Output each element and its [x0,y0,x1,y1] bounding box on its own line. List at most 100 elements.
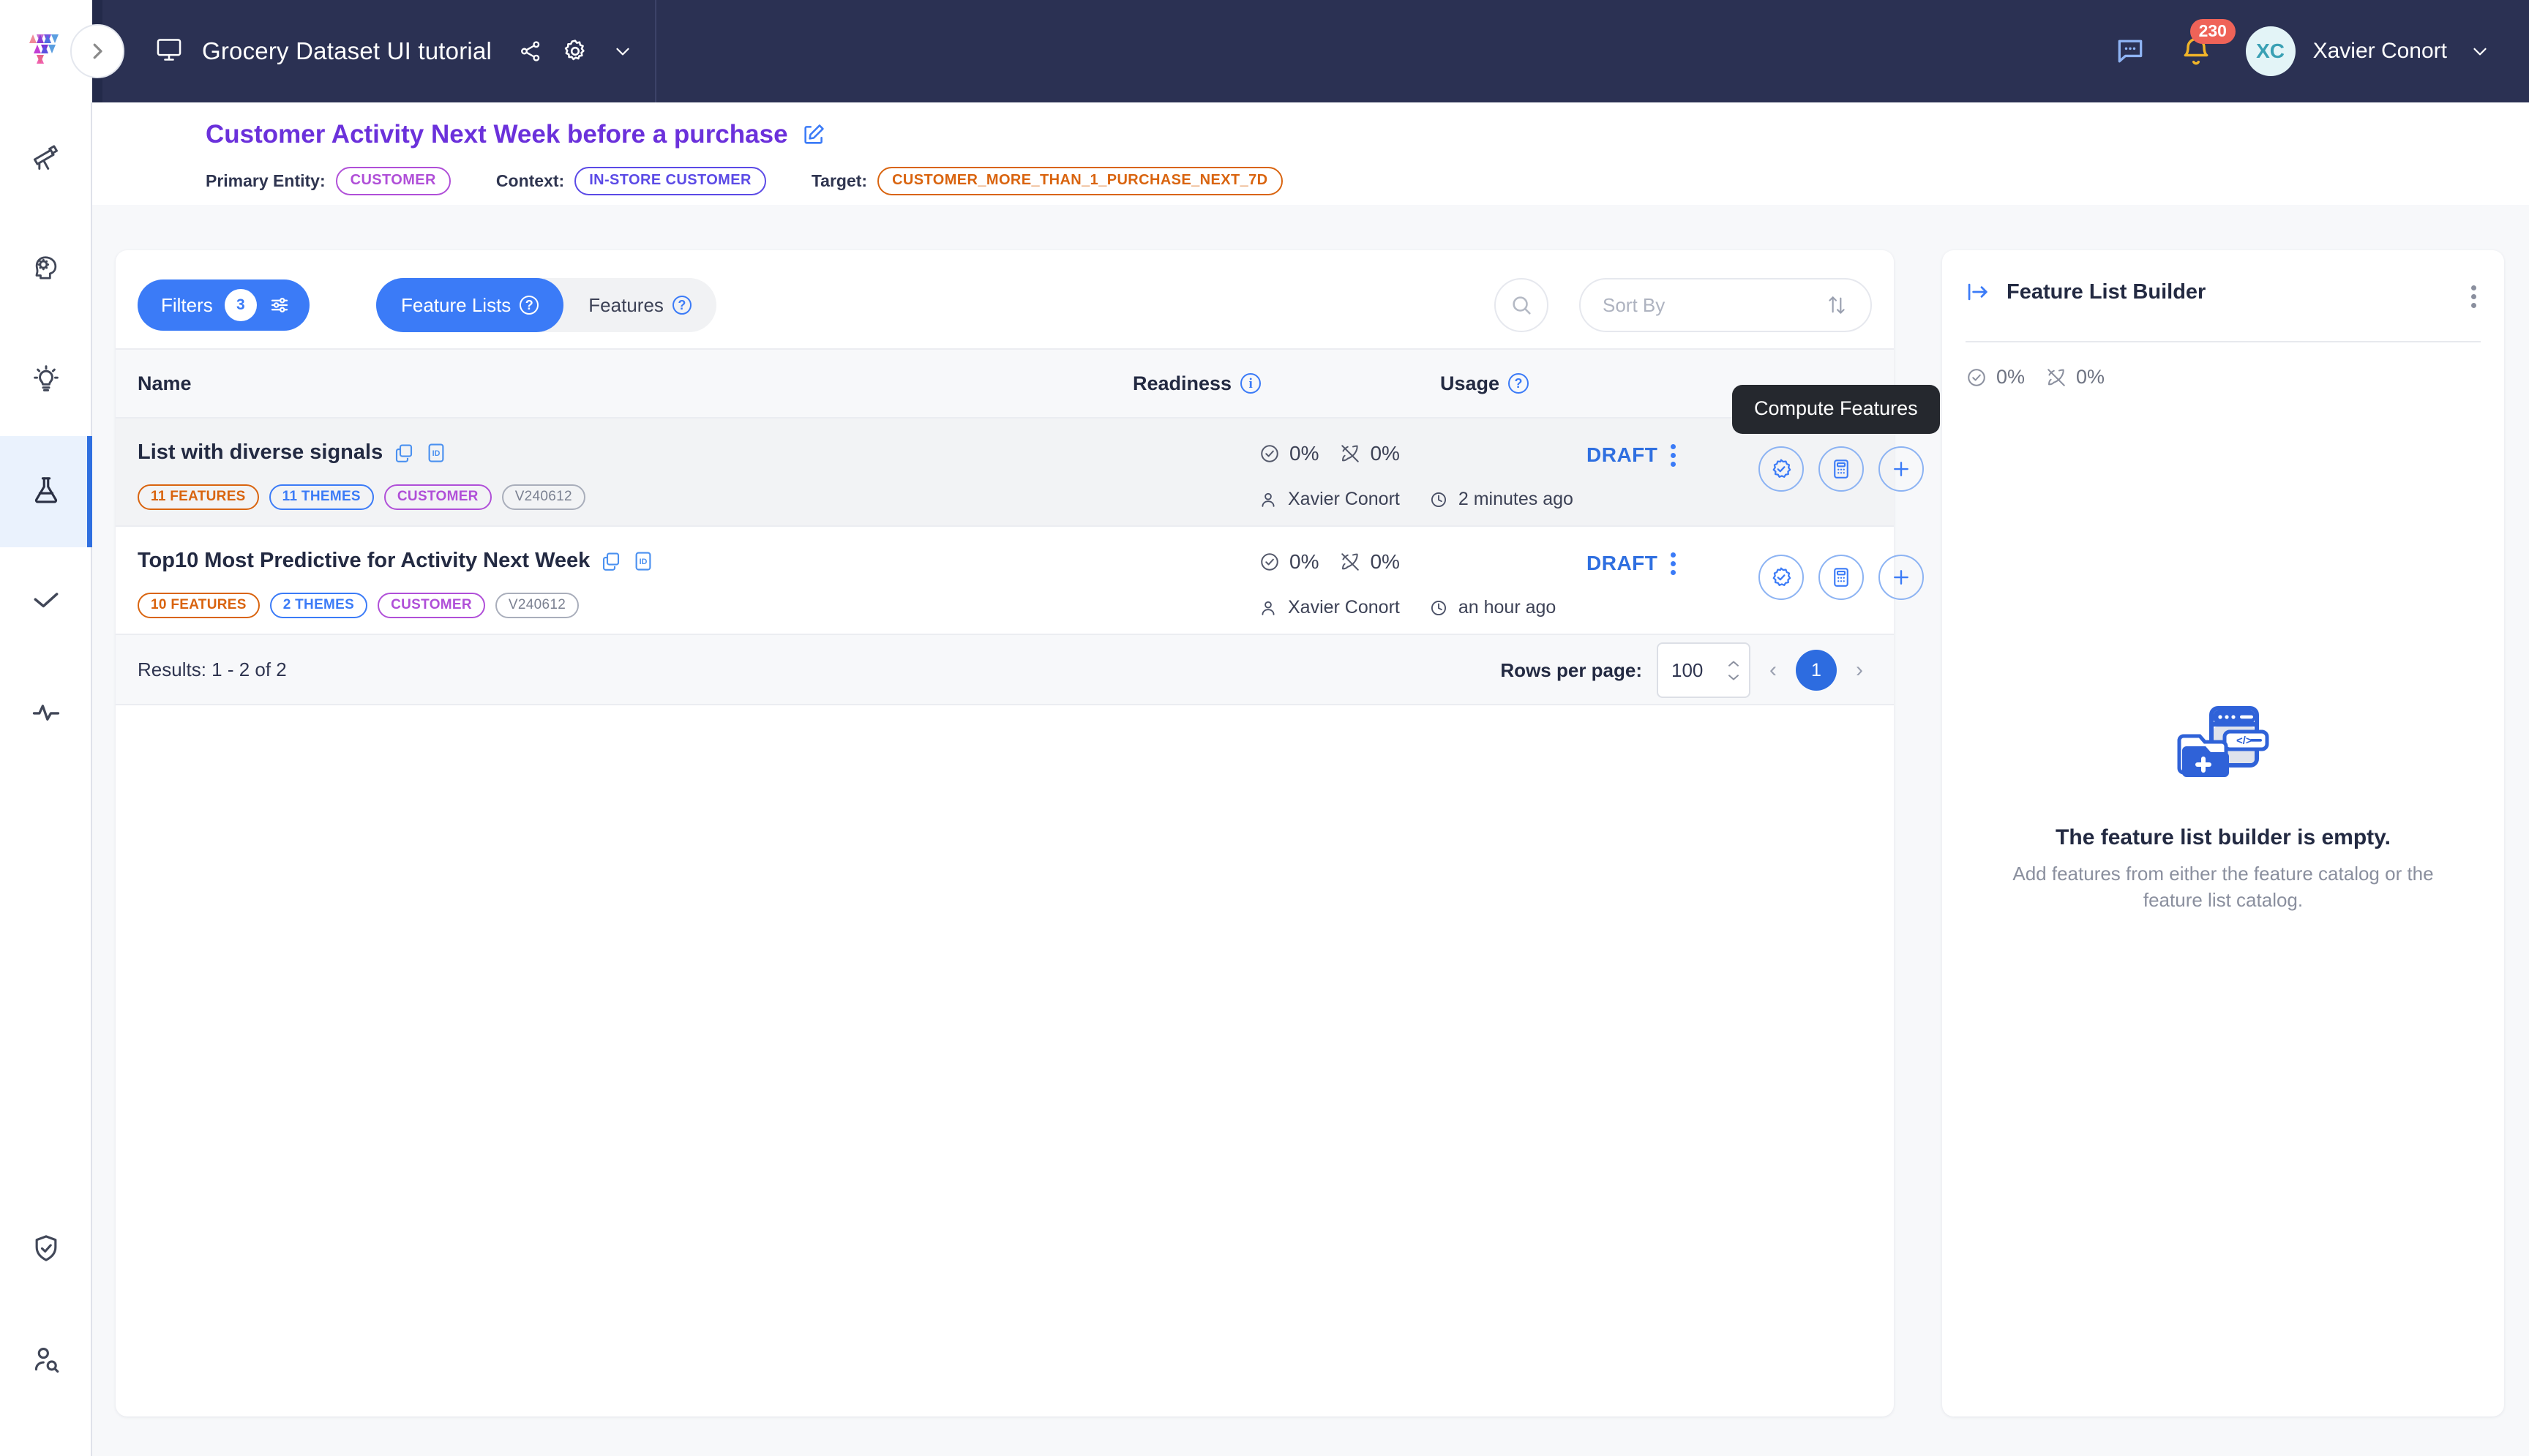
page-number-1[interactable]: 1 [1796,650,1837,691]
chat-bubble-icon[interactable] [2114,35,2146,67]
status-badge: DRAFT [1586,552,1658,574]
primary-entity-label: Primary Entity: [206,171,326,190]
sort-arrows-icon [1825,293,1848,317]
notifications-bell-button[interactable]: 230 [2180,19,2236,67]
tab-feature-lists[interactable]: Feature Lists ? [376,278,564,332]
copy-icon[interactable] [600,550,622,572]
top-navigation-bar: Grocery Dataset UI tutorial 230 XC Xavie… [0,0,2529,102]
share-icon[interactable] [518,39,543,64]
gear-icon[interactable] [562,38,588,64]
verified-badge-icon [1769,566,1793,589]
sidebar-item-user-search[interactable] [0,1305,92,1416]
tab-feature-lists-label: Feature Lists [401,293,512,316]
panel-collapse-icon[interactable] [1966,279,1990,304]
tab-features-label: Features [588,293,664,316]
row-more-options-icon[interactable] [1671,443,1676,467]
builder-empty-state: </> The feature list builder is empty. A… [1942,704,2504,914]
chevron-right-icon[interactable]: › [1851,658,1867,683]
rocket-off-icon [1339,443,1361,465]
builder-usage-value: 0% [2076,366,2105,388]
filters-button[interactable]: Filters 3 [138,279,310,331]
flask-icon [30,474,62,510]
table-row[interactable]: List with diverse signals ID 11 FEATURES… [116,385,1940,527]
validate-features-button[interactable] [1758,446,1804,492]
person-icon [1259,490,1278,509]
id-badge-icon[interactable]: ID [632,550,654,572]
sidebar-item-governance[interactable] [0,1194,92,1305]
validate-features-button[interactable] [1758,555,1804,600]
builder-usage-metric: 0% [2045,366,2105,389]
builder-readiness-metric: 0% [1966,366,2025,389]
question-circle-icon[interactable]: ? [520,296,539,315]
builder-divider [1966,341,2481,342]
readiness-value: 0% [1289,442,1319,465]
row-action-buttons [1758,555,1924,600]
sidebar-item-monitoring[interactable] [0,658,92,770]
sidebar-expand-button[interactable] [70,24,124,78]
left-navigation-rail [0,102,92,1456]
feature-lists-panel: Filters 3 Feature Lists ? Features ? Sor… [116,250,1940,1416]
chevron-left-icon[interactable]: ‹ [1765,658,1781,683]
rocket-off-icon [1339,551,1361,573]
feature-list-name[interactable]: Top10 Most Predictive for Activity Next … [138,549,590,573]
compute-features-button[interactable] [1818,446,1864,492]
context-pill[interactable]: IN-STORE CUSTOMER [574,167,766,195]
row-tags: 10 FEATURES 2 THEMES CUSTOMER V240612 [138,593,580,618]
sidebar-item-discover[interactable] [0,102,92,214]
sidebar-item-insights[interactable] [0,325,92,436]
check-circle-icon [1259,551,1281,573]
row-tags: 11 FEATURES 11 THEMES CUSTOMER V240612 [138,484,585,510]
target-pill[interactable]: CUSTOMER_MORE_THAN_1_PURCHASE_NEXT_7D [877,167,1283,195]
question-circle-icon[interactable]: ? [672,296,692,315]
info-circle-icon[interactable]: i [1240,373,1262,394]
compute-features-button[interactable] [1818,555,1864,600]
question-circle-icon[interactable]: ? [1508,373,1529,394]
stepper-arrows-icon[interactable] [1727,661,1740,680]
builder-more-options-icon[interactable] [2471,285,2476,308]
chevron-down-icon[interactable] [612,40,634,62]
sidebar-item-lab[interactable] [0,436,92,547]
builder-title-group: Feature List Builder [1966,279,2206,304]
table-row[interactable]: Top10 Most Predictive for Activity Next … [116,527,1924,635]
usage-metric: 0% [1339,550,1400,574]
primary-entity-pill[interactable]: CUSTOMER [335,167,451,195]
sort-by-select[interactable]: Sort By [1579,278,1872,332]
monitor-icon [155,36,183,67]
person-icon [1259,598,1278,618]
sidebar-item-intelligence[interactable] [0,214,92,325]
sliders-icon [269,294,291,316]
search-button[interactable] [1494,278,1548,332]
row-status-group: DRAFT [1586,552,1676,575]
pagination-controls: Rows per page: 100 ‹ 1 › [1500,642,1867,698]
row-more-options-icon[interactable] [1671,552,1676,575]
id-badge-icon[interactable]: ID [425,442,447,464]
add-to-builder-button[interactable] [1878,555,1924,600]
tab-features[interactable]: Features ? [563,278,716,332]
copy-icon[interactable] [393,442,415,464]
sidebar-item-approvals[interactable] [0,547,92,658]
table-footer: Results: 1 - 2 of 2 Rows per page: 100 ‹… [116,635,1894,705]
rows-per-page-stepper[interactable]: 100 [1657,642,1750,698]
svg-text:ID: ID [640,558,648,566]
lightbulb-icon [30,363,62,399]
updated-time: an hour ago [1458,597,1556,618]
empty-state-title: The feature list builder is empty. [2056,825,2391,849]
user-menu-chevron-down-icon[interactable] [2469,40,2491,62]
usage-value: 0% [1370,442,1400,465]
edit-pencil-icon[interactable] [801,122,826,147]
compute-features-tooltip: Compute Features [1732,385,1940,434]
checkmark-icon [30,585,62,621]
plus-icon [1890,566,1912,588]
feature-list-name[interactable]: List with diverse signals [138,440,383,465]
page-title-row: Customer Activity Next Week before a pur… [206,120,826,149]
column-header-readiness: Readiness i [1133,372,1262,395]
usage-value: 0% [1370,550,1400,573]
tag-entity: CUSTOMER [378,593,485,618]
avatar[interactable]: XC [2245,26,2296,76]
feature-list-builder-panel: Feature List Builder 0% 0% </> The featu… [1942,250,2504,1416]
add-to-builder-button[interactable] [1878,446,1924,492]
column-header-readiness-label: Readiness [1133,372,1232,394]
builder-readiness-value: 0% [1996,366,2026,388]
column-header-name-label: Name [138,372,192,394]
table-header: Name Readiness i Usage ? [116,348,1894,419]
